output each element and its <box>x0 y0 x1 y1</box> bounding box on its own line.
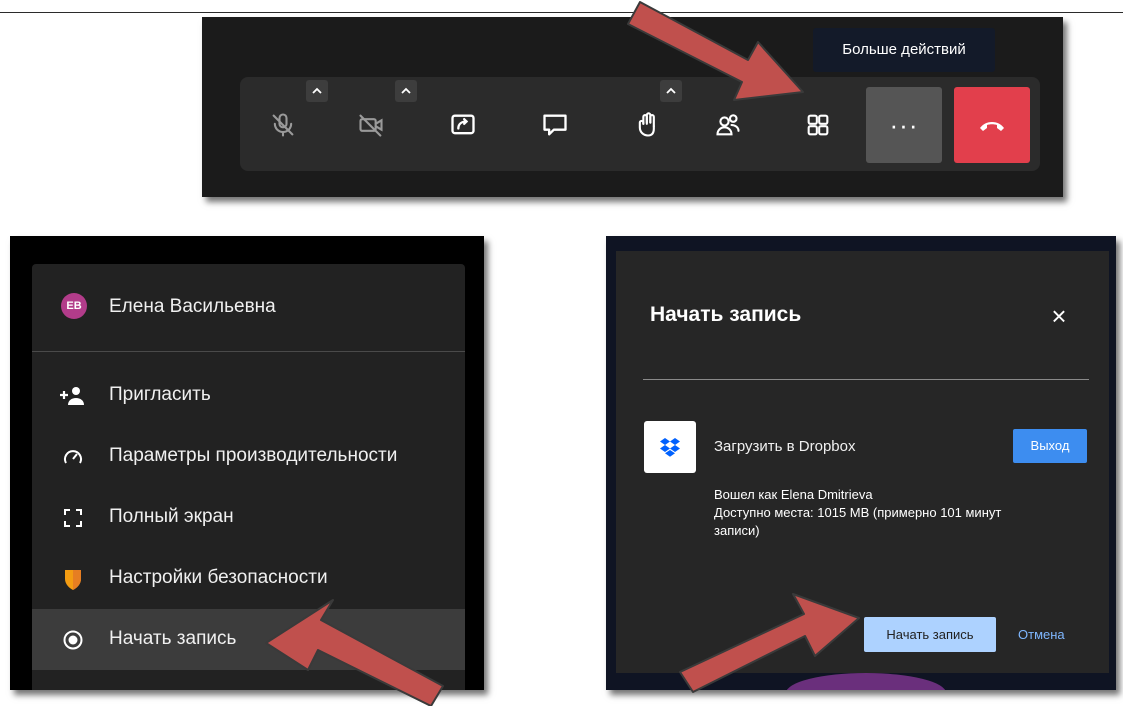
reactions-options-caret[interactable] <box>660 80 682 102</box>
menu-item-label: Пригласить <box>109 384 211 405</box>
menu-item-label: Параметры производительности <box>109 445 398 466</box>
camera-off-icon <box>359 114 383 137</box>
gauge-icon <box>58 442 88 472</box>
chevron-up-icon <box>312 87 322 94</box>
chat-icon <box>543 114 567 136</box>
participants-button[interactable] <box>690 87 766 163</box>
menu-user-row: EB Елена Васильевна <box>32 264 465 352</box>
dropbox-upload-label: Загрузить в Dropbox <box>714 438 856 455</box>
menu-item-fullscreen[interactable]: Полный экран <box>32 487 465 548</box>
more-actions-button[interactable]: ··· <box>866 87 942 163</box>
shield-icon <box>58 564 88 594</box>
close-icon[interactable]: × <box>1044 301 1074 331</box>
tile-view-icon <box>807 114 829 136</box>
more-dots-icon: ··· <box>889 109 919 140</box>
logout-button[interactable]: Выход <box>1013 429 1087 463</box>
hang-up-icon <box>980 122 1004 131</box>
fullscreen-icon <box>58 503 88 533</box>
more-actions-menu: EB Елена Васильевна Пригласить Параметры… <box>32 264 465 690</box>
cancel-button[interactable]: Отмена <box>1018 617 1065 652</box>
start-recording-button[interactable]: Начать запись <box>864 617 996 652</box>
dialog-title: Начать запись <box>650 303 802 326</box>
chevron-up-icon <box>401 87 411 94</box>
menu-item-label: Начать запись <box>109 628 237 649</box>
toolbar-screenshot: Больше действий ··· <box>202 17 1063 197</box>
avatar: EB <box>61 293 87 319</box>
more-actions-tooltip: Больше действий <box>813 28 995 72</box>
screen-share-button[interactable] <box>425 87 501 163</box>
raise-hand-icon <box>638 112 655 137</box>
signed-in-as-text: Вошел как Elena Dmitrieva <box>714 487 873 502</box>
mic-muted-icon <box>272 113 294 137</box>
menu-item-label: Полный экран <box>109 506 234 527</box>
dialog-screenshot: Начать запись × Загрузить в Dropbox Выхо… <box>606 236 1116 690</box>
menu-item-invite[interactable]: Пригласить <box>32 365 465 426</box>
start-recording-dialog: Начать запись × Загрузить в Dropbox Выхо… <box>616 251 1109 673</box>
chevron-up-icon <box>666 87 676 94</box>
available-space-text: Доступно места: 1015 MB (примерно 101 ми… <box>714 505 1002 538</box>
menu-item-performance[interactable]: Параметры производительности <box>32 426 465 487</box>
participants-icon <box>716 114 740 136</box>
meeting-toolbar: ··· <box>240 77 1040 171</box>
dropbox-logo-icon <box>644 421 696 473</box>
menu-item-security[interactable]: Настройки безопасности <box>32 548 465 609</box>
dialog-divider <box>643 379 1089 380</box>
user-name: Елена Васильевна <box>109 296 276 317</box>
add-person-icon <box>58 381 88 411</box>
record-icon <box>58 625 88 655</box>
top-divider <box>0 12 1123 13</box>
screen-share-icon <box>451 114 475 135</box>
menu-screenshot: EB Елена Васильевна Пригласить Параметры… <box>10 236 484 690</box>
mic-options-caret[interactable] <box>306 80 328 102</box>
menu-item-start-recording[interactable]: Начать запись <box>32 609 465 670</box>
chat-button[interactable] <box>517 87 593 163</box>
menu-item-label: Настройки безопасности <box>109 567 328 588</box>
background-avatar-fragment <box>786 673 946 690</box>
camera-options-caret[interactable] <box>395 80 417 102</box>
hang-up-button[interactable] <box>954 87 1030 163</box>
account-info: Вошел как Elena Dmitrieva Доступно места… <box>714 486 1024 540</box>
tile-view-button[interactable] <box>780 87 856 163</box>
